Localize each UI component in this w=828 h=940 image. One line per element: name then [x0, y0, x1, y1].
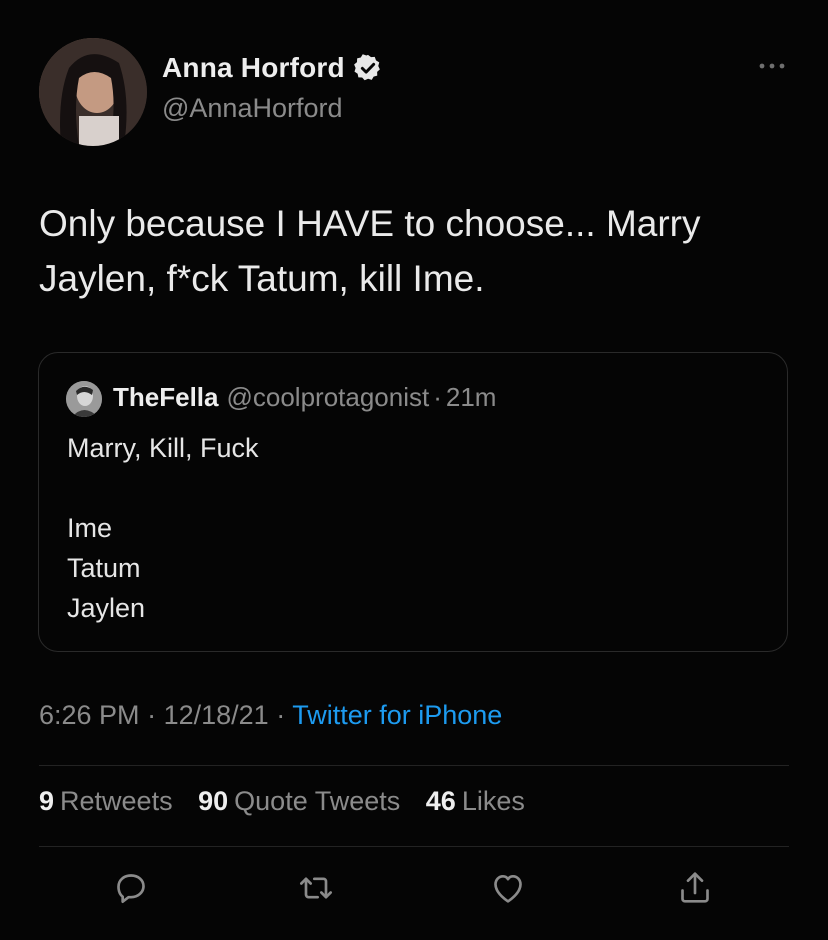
like-icon — [494, 875, 522, 903]
tweet-meta: 6:26 PM · 12/18/21 · Twitter for iPhone — [39, 700, 502, 731]
quoted-handle: @coolprotagonist — [226, 382, 430, 412]
likes-stat[interactable]: 46 Likes — [426, 786, 525, 816]
reply-button[interactable] — [111, 868, 151, 908]
share-button[interactable] — [675, 868, 715, 908]
quoted-avatar-image — [66, 381, 102, 417]
quoted-list-item: Ime — [67, 513, 113, 543]
tweet-text-line: Jaylen, f*ck Tatum, kill Ime. — [39, 258, 485, 299]
retweet-button[interactable] — [296, 868, 336, 908]
tweet-time: 6:26 PM — [39, 700, 140, 730]
reply-icon — [117, 874, 145, 903]
quote-tweets-label: Quote Tweets — [234, 786, 401, 816]
likes-count: 46 — [425, 786, 456, 816]
divider — [39, 765, 789, 766]
tweet-text-line: Only because I HAVE to choose... Marry — [39, 203, 701, 244]
quoted-list-item: Jaylen — [67, 593, 146, 623]
quoted-time: 21m — [445, 382, 497, 412]
more-options-button[interactable] — [758, 58, 786, 74]
quoted-display-name: TheFella — [113, 382, 219, 412]
author-display-name[interactable]: Anna Horford — [162, 52, 345, 84]
meta-separator: · — [147, 700, 157, 730]
quoted-separator: · — [433, 382, 442, 412]
quoted-blank-line — [67, 468, 259, 508]
retweets-label: Retweets — [60, 786, 173, 816]
author-avatar[interactable] — [39, 38, 147, 146]
quoted-list-item: Tatum — [67, 553, 141, 583]
tweet-source-link[interactable]: Twitter for iPhone — [292, 700, 502, 730]
author-handle[interactable]: @AnnaHorford — [162, 93, 343, 124]
quote-tweets-count: 90 — [198, 786, 229, 816]
quoted-tweet-text: Marry, Kill, Fuck Ime Tatum Jaylen — [67, 428, 259, 628]
retweets-stat[interactable]: 9 Retweets — [39, 786, 173, 816]
verified-badge-icon — [353, 54, 380, 81]
quote-tweets-stat[interactable]: 90 Quote Tweets — [198, 786, 400, 816]
tweet-date: 12/18/21 — [163, 700, 269, 730]
likes-label: Likes — [461, 786, 525, 816]
retweets-count: 9 — [39, 786, 55, 816]
like-button[interactable] — [488, 868, 528, 908]
meta-separator: · — [276, 700, 286, 730]
retweet-icon — [300, 877, 332, 899]
engagement-stats: 9 Retweets 90 Quote Tweets 46 Likes — [39, 786, 543, 817]
divider — [39, 846, 789, 847]
quoted-tweet-header: TheFella @coolprotagonist · 21m — [113, 382, 496, 413]
tweet-text: Only because I HAVE to choose... Marry J… — [39, 196, 799, 306]
avatar-image — [39, 38, 147, 146]
more-options-icon — [759, 63, 785, 69]
quoted-line: Marry, Kill, Fuck — [67, 433, 259, 463]
share-icon — [681, 872, 709, 903]
author-name-row[interactable]: Anna Horford — [162, 52, 383, 84]
quoted-author-avatar — [66, 381, 102, 417]
